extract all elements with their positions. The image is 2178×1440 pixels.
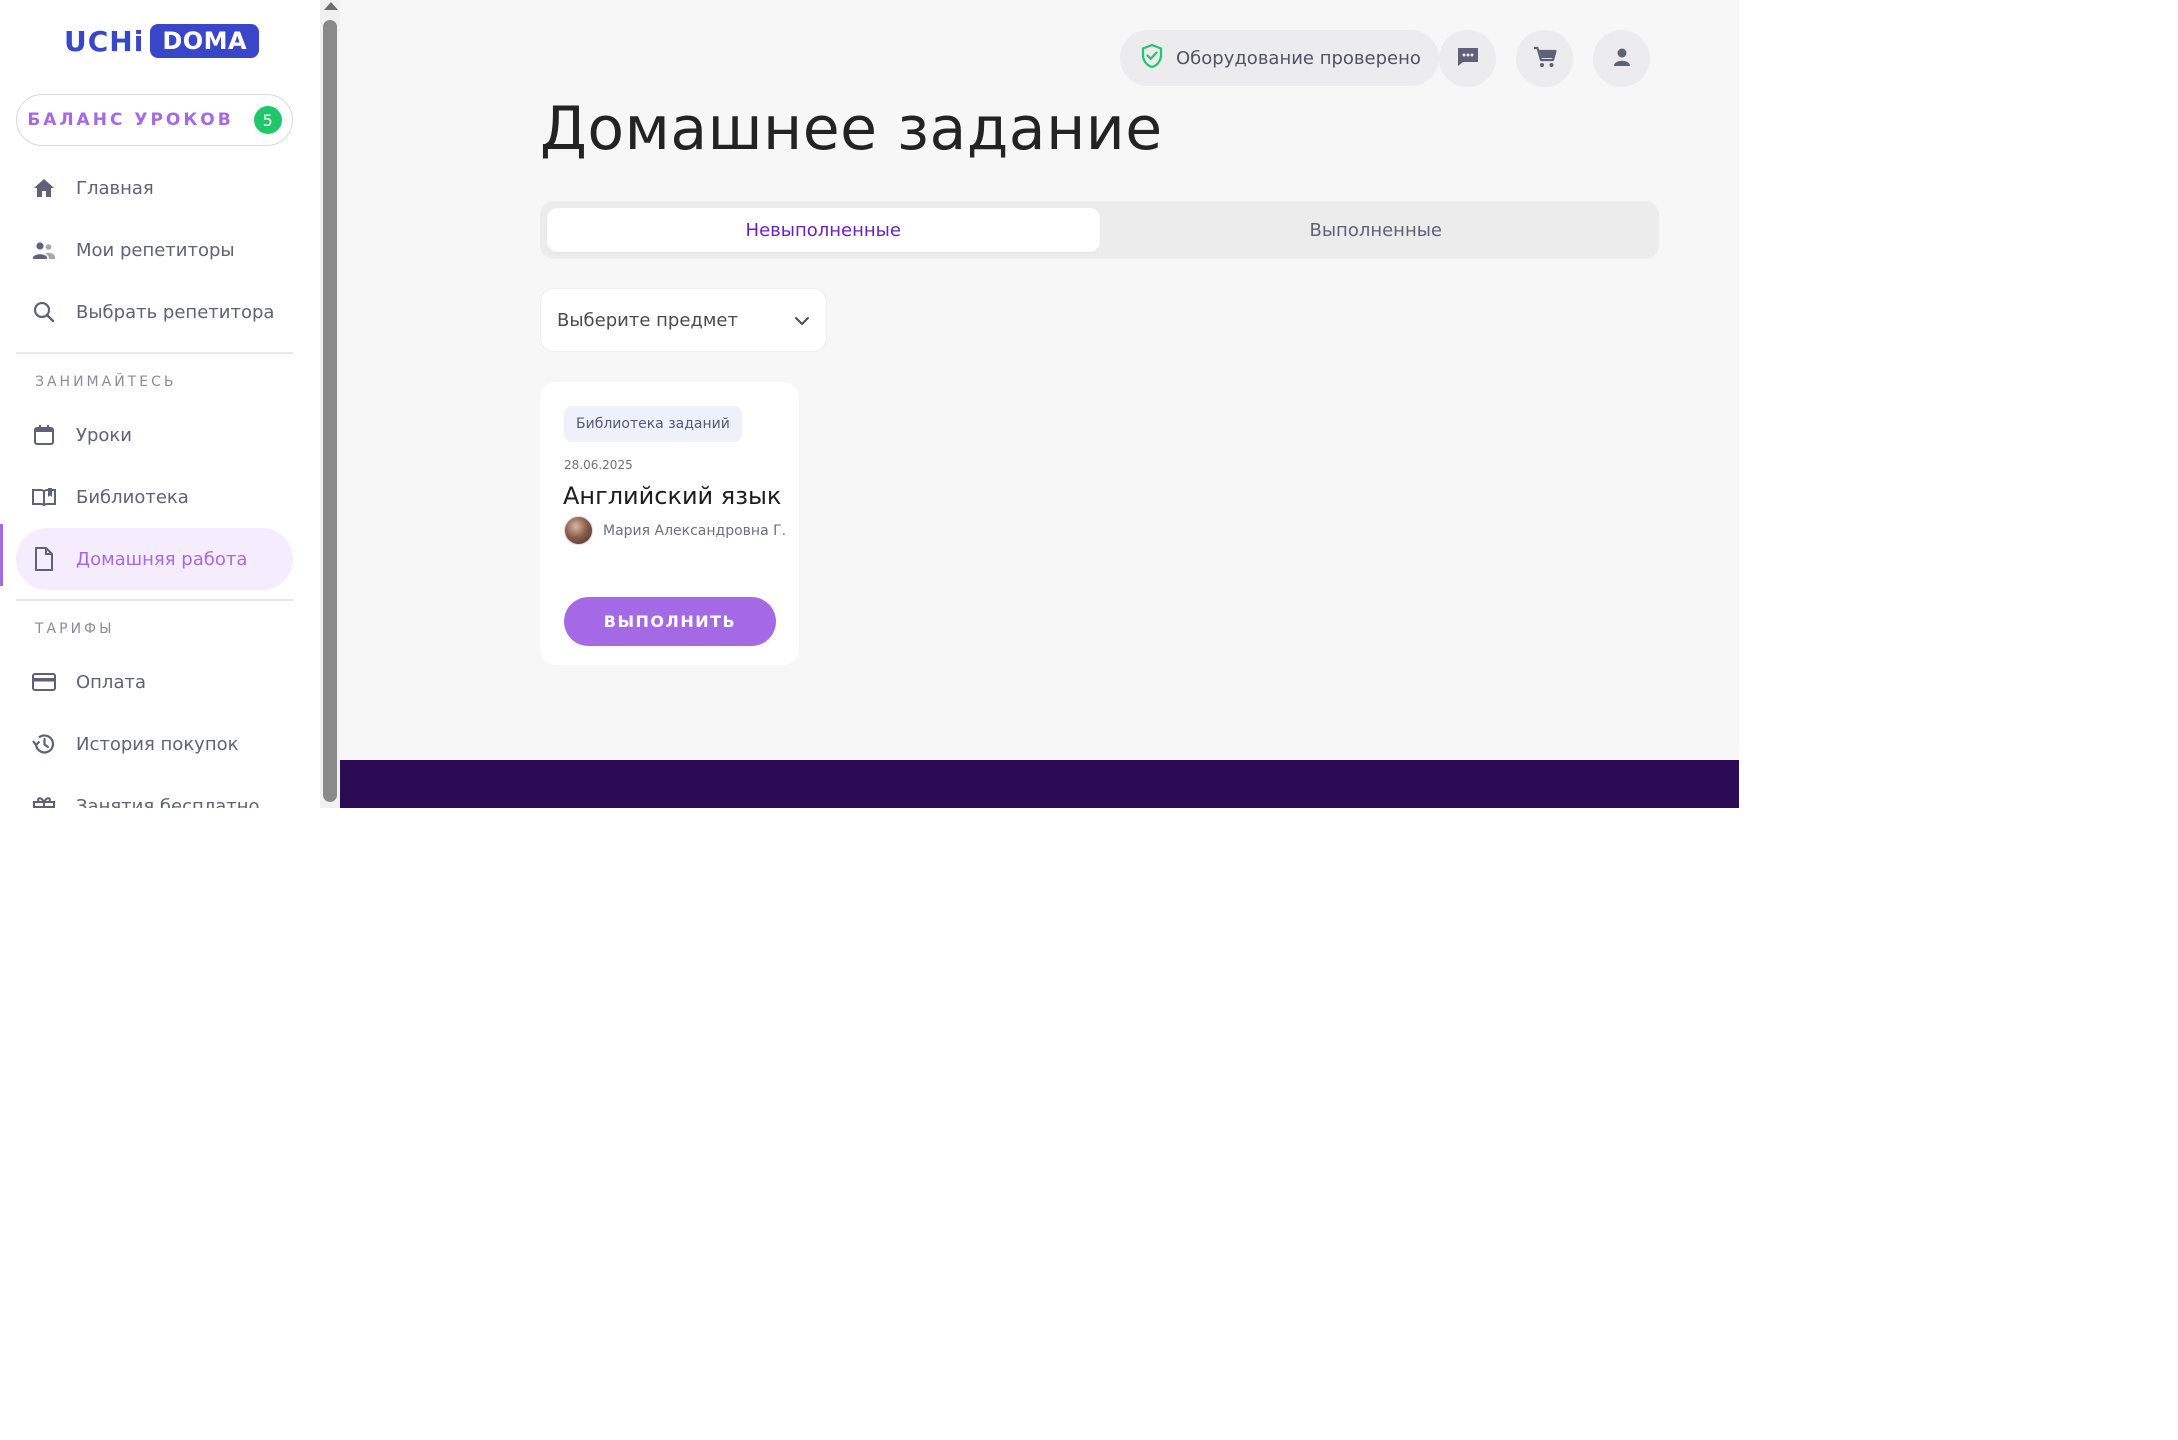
sidebar-divider bbox=[16, 599, 293, 601]
section-label-tariffs: ТАРИФЫ bbox=[35, 621, 115, 637]
profile-icon bbox=[1611, 45, 1633, 73]
calendar-icon bbox=[30, 421, 58, 449]
sidebar-item-my-tutors[interactable]: Мои репетиторы bbox=[16, 219, 293, 281]
card-source-badge: Библиотека заданий bbox=[564, 406, 742, 442]
page-title: Домашнее задание bbox=[540, 94, 1163, 164]
equipment-status[interactable]: Оборудование проверено bbox=[1120, 30, 1439, 86]
sidebar-item-homework[interactable]: Домашняя работа bbox=[16, 528, 293, 590]
logo-doma: DOMA bbox=[150, 24, 260, 58]
cart-button[interactable] bbox=[1516, 30, 1573, 87]
card-icon bbox=[30, 668, 58, 696]
sidebar-item-label: Главная bbox=[76, 177, 154, 199]
equipment-status-label: Оборудование проверено bbox=[1176, 47, 1421, 69]
card-date: 28.06.2025 bbox=[564, 458, 633, 472]
sidebar-item-label: Занятия бесплатно bbox=[76, 795, 260, 809]
book-icon bbox=[30, 483, 58, 511]
sidebar-item-free-lessons[interactable]: Занятия бесплатно bbox=[16, 775, 293, 808]
footer bbox=[340, 760, 1739, 808]
sidebar-item-library[interactable]: Библиотека bbox=[16, 466, 293, 528]
card-tutor: Мария Александровна Г. bbox=[564, 516, 786, 545]
sidebar: UCHi DOMA БАЛАНС УРОКОВ 5 Главная Мои ре… bbox=[0, 0, 320, 808]
search-icon bbox=[30, 298, 58, 326]
tab-incomplete[interactable]: Невыполненные bbox=[547, 208, 1100, 252]
active-indicator bbox=[0, 524, 3, 586]
document-icon bbox=[30, 545, 58, 573]
complete-homework-button[interactable]: ВЫПОЛНИТЬ bbox=[564, 597, 776, 646]
lesson-balance-count: 5 bbox=[253, 106, 282, 134]
sidebar-item-label: Мои репетиторы bbox=[76, 239, 235, 261]
sidebar-scrollbar-thumb[interactable] bbox=[323, 20, 337, 802]
sidebar-item-payment[interactable]: Оплата bbox=[16, 651, 293, 713]
people-icon bbox=[30, 236, 58, 264]
history-icon bbox=[30, 730, 58, 758]
sidebar-item-label: Уроки bbox=[76, 424, 132, 446]
sidebar-item-label: Выбрать репетитора bbox=[76, 301, 275, 323]
app-viewport: UCHi DOMA БАЛАНС УРОКОВ 5 Главная Мои ре… bbox=[0, 0, 1739, 808]
sidebar-item-label: Библиотека bbox=[76, 486, 189, 508]
sidebar-item-lessons[interactable]: Уроки bbox=[16, 404, 293, 466]
sidebar-item-label: Домашняя работа bbox=[76, 548, 248, 570]
homework-card: Библиотека заданий 28.06.2025 Английский… bbox=[540, 382, 799, 665]
sidebar-item-home[interactable]: Главная bbox=[16, 157, 293, 219]
profile-button[interactable] bbox=[1593, 30, 1650, 87]
tutor-avatar bbox=[564, 516, 593, 545]
card-tutor-name: Мария Александровна Г. bbox=[603, 522, 787, 539]
sidebar-divider bbox=[16, 352, 293, 354]
lesson-balance-button[interactable]: БАЛАНС УРОКОВ 5 bbox=[16, 94, 293, 146]
gift-icon bbox=[30, 792, 58, 808]
sidebar-item-label: История покупок bbox=[76, 733, 239, 755]
chat-icon bbox=[1455, 45, 1481, 73]
section-label-study: ЗАНИМАЙТЕСЬ bbox=[35, 374, 177, 390]
card-subject: Английский язык bbox=[563, 482, 782, 510]
scroll-up-arrow-icon[interactable] bbox=[324, 2, 338, 10]
sidebar-item-choose-tutor[interactable]: Выбрать репетитора bbox=[16, 281, 293, 343]
cart-icon bbox=[1532, 45, 1558, 73]
chevron-down-icon bbox=[794, 310, 810, 331]
logo-uchi: UCHi bbox=[64, 24, 145, 58]
sidebar-item-purchase-history[interactable]: История покупок bbox=[16, 713, 293, 775]
sidebar-item-label: Оплата bbox=[76, 671, 146, 693]
subject-select[interactable]: Выберите предмет bbox=[540, 288, 827, 352]
chat-button[interactable] bbox=[1439, 30, 1496, 87]
home-icon bbox=[30, 174, 58, 202]
logo[interactable]: UCHi DOMA bbox=[64, 24, 260, 58]
subject-select-placeholder: Выберите предмет bbox=[557, 309, 738, 331]
shield-check-icon bbox=[1140, 43, 1164, 74]
tab-completed[interactable]: Выполненные bbox=[1100, 208, 1653, 252]
main-content: Оборудование проверено Домашнее задание … bbox=[340, 0, 1739, 760]
homework-status-tabs: Невыполненные Выполненные bbox=[540, 201, 1659, 259]
lesson-balance-label: БАЛАНС УРОКОВ bbox=[27, 110, 234, 130]
